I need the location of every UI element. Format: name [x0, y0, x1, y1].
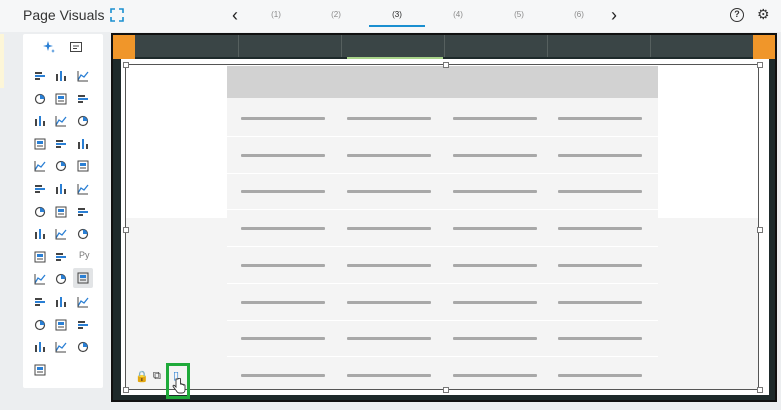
table-chart-icon[interactable]: [55, 272, 67, 285]
treemap-icon[interactable]: [55, 159, 67, 172]
stacked-column-icon[interactable]: [34, 92, 46, 104]
matrix-icon[interactable]: [34, 272, 46, 285]
resize-handle[interactable]: [443, 62, 449, 68]
clustered-column-icon[interactable]: [55, 92, 67, 105]
clustered-bar-icon[interactable]: [55, 69, 67, 81]
key-influencers-icon[interactable]: [55, 227, 67, 240]
table-icon[interactable]: [73, 268, 93, 289]
header-divider: [547, 35, 548, 57]
gauge-icon[interactable]: [55, 205, 67, 218]
area-chart-icon[interactable]: [34, 137, 46, 150]
header-divider: [650, 35, 651, 57]
paginated-icon[interactable]: [77, 318, 89, 330]
lock-icon[interactable]: 🔒: [135, 370, 149, 383]
funnel-icon[interactable]: [34, 205, 46, 217]
copy-icon[interactable]: ⧉: [153, 370, 161, 383]
tab-page-3[interactable]: (3): [369, 10, 425, 19]
tab-page-6[interactable]: (6): [551, 10, 607, 19]
line-chart-icon[interactable]: [77, 114, 89, 127]
highlight-box: [166, 363, 190, 399]
r-visual-icon[interactable]: [34, 295, 46, 307]
map-icon[interactable]: [34, 182, 46, 194]
report-icon[interactable]: [55, 340, 67, 353]
header-divider: [238, 35, 239, 57]
trophy-icon[interactable]: [77, 340, 89, 353]
kpi-icon[interactable]: [34, 250, 46, 263]
resize-handle[interactable]: [123, 227, 129, 233]
stacked-bar-icon[interactable]: [34, 69, 46, 81]
header-divider: [444, 35, 445, 57]
python-visual-icon[interactable]: Py: [79, 250, 90, 260]
comment-icon[interactable]: [55, 318, 67, 331]
ribbon-icon[interactable]: [55, 114, 67, 127]
slicer-icon[interactable]: [55, 250, 67, 262]
tab-page-4[interactable]: (4): [430, 10, 486, 19]
resize-handle[interactable]: [757, 227, 763, 233]
sparkle-icon[interactable]: [42, 40, 56, 54]
tab-page-1[interactable]: (1): [248, 10, 304, 19]
page-title: Page Visuals: [23, 7, 105, 23]
resize-handle[interactable]: [443, 387, 449, 393]
settings-gear-icon[interactable]: ⚙: [757, 7, 770, 21]
stacked-area-icon[interactable]: [55, 137, 67, 149]
resize-handle[interactable]: [757, 62, 763, 68]
active-tab-indicator: [369, 25, 425, 27]
scatter-icon[interactable]: [34, 227, 46, 240]
resize-handle[interactable]: [123, 62, 129, 68]
line-column-icon[interactable]: [34, 114, 46, 127]
shape-map-icon[interactable]: [77, 182, 89, 195]
resize-handle[interactable]: [757, 387, 763, 393]
arcgis-icon[interactable]: [55, 295, 67, 307]
hundred-column-icon[interactable]: [77, 92, 89, 104]
left-accent-strip: [0, 34, 4, 88]
waterfall-icon[interactable]: [77, 205, 89, 217]
hundred-bar-icon[interactable]: [77, 69, 89, 82]
qna-icon[interactable]: [77, 295, 89, 308]
donut-chart-icon[interactable]: [34, 159, 46, 172]
pie-chart-icon[interactable]: [77, 137, 89, 149]
help-icon[interactable]: ?: [730, 8, 744, 22]
resize-handle[interactable]: [123, 387, 129, 393]
filter-icon[interactable]: [34, 318, 46, 330]
tab-page-5[interactable]: (5): [491, 10, 547, 19]
smart-narrative-icon[interactable]: [69, 40, 83, 54]
header-divider: [341, 35, 342, 57]
card-icon[interactable]: [77, 159, 89, 172]
tab-page-2[interactable]: (2): [308, 10, 364, 19]
prev-page-arrow[interactable]: ‹: [232, 6, 238, 24]
decomposition-icon[interactable]: [77, 227, 89, 240]
selected-visual-frame[interactable]: [125, 64, 759, 390]
globe-icon[interactable]: [55, 182, 67, 194]
corner-accent-right: [753, 35, 775, 59]
textbox-icon[interactable]: [34, 340, 46, 353]
expand-icon[interactable]: [110, 8, 124, 22]
corner-accent-left: [113, 35, 135, 59]
next-page-arrow[interactable]: ›: [611, 6, 617, 24]
image-icon[interactable]: [34, 363, 46, 376]
